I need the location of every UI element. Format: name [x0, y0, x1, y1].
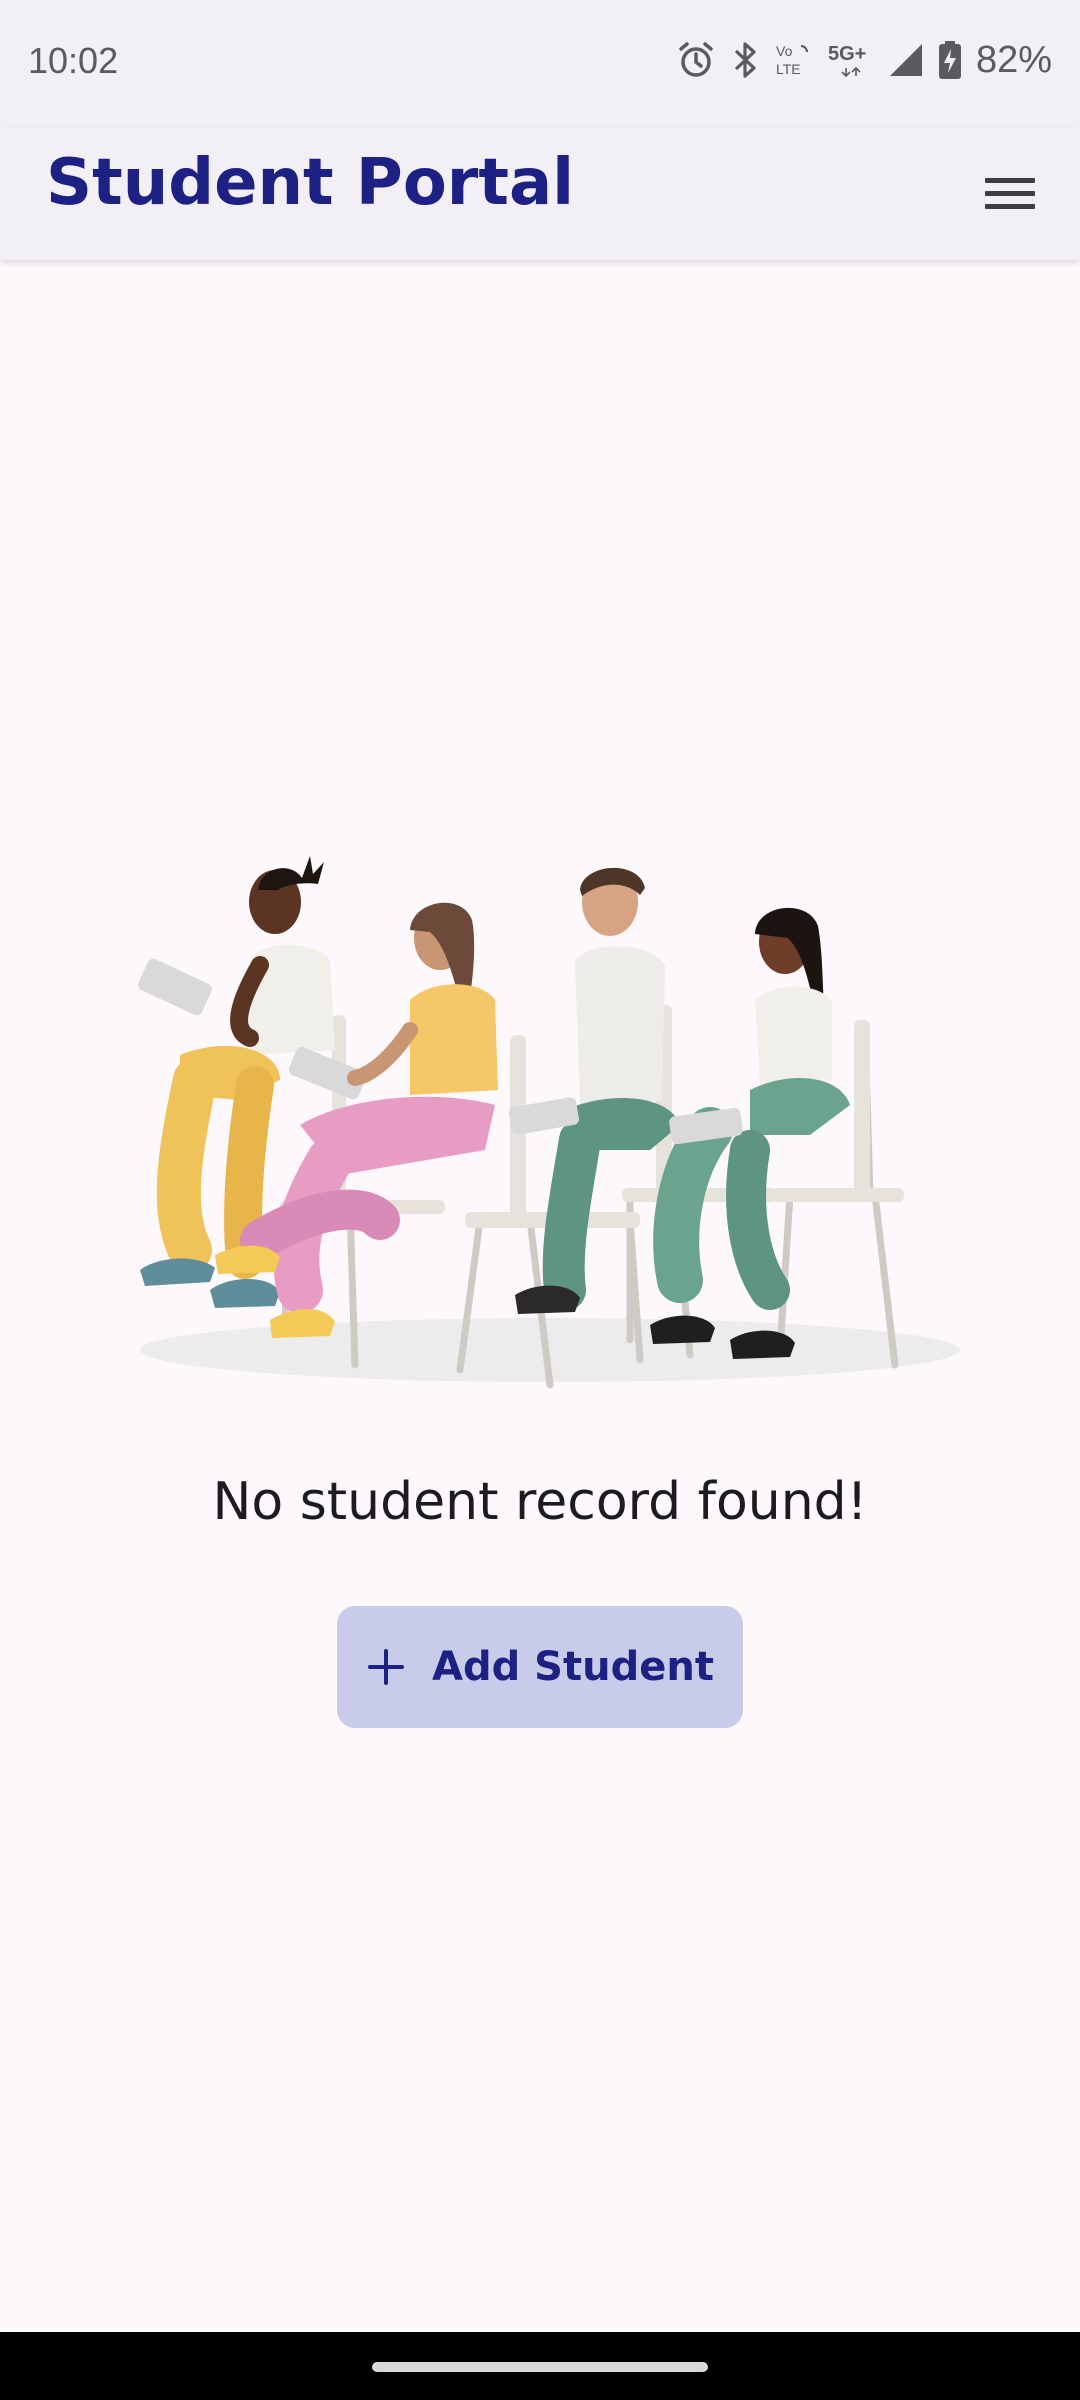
plus-icon: [368, 1649, 405, 1685]
svg-text:Vo: Vo: [776, 43, 793, 59]
svg-text:LTE: LTE: [776, 61, 801, 77]
app-bar: Student Portal: [0, 128, 1080, 260]
battery-charging-icon: [938, 40, 962, 80]
5g-plus-icon: 5G+: [828, 40, 874, 80]
students-illustration: [110, 850, 970, 1410]
hamburger-menu-icon: [985, 178, 1035, 209]
app-title: Student Portal: [46, 146, 575, 220]
volte-icon: Vo LTE: [774, 40, 814, 80]
menu-button[interactable]: [974, 158, 1046, 230]
signal-icon: [888, 40, 924, 80]
status-icons: Vo LTE 5G+ 82%: [676, 36, 1052, 84]
status-bar: 10:02 Vo LTE 5G+ 82%: [0, 0, 1080, 128]
bluetooth-icon: [730, 40, 760, 80]
add-student-button[interactable]: Add Student: [337, 1606, 743, 1728]
alarm-icon: [676, 40, 716, 80]
add-student-label: Add Student: [432, 1644, 714, 1690]
empty-state-message: No student record found!: [212, 1472, 868, 1532]
battery-percentage: 82%: [975, 38, 1052, 81]
svg-text:5G+: 5G+: [828, 43, 866, 65]
status-time: 10:02: [28, 40, 119, 81]
system-navigation-bar: [0, 2332, 1080, 2400]
home-indicator[interactable]: [372, 2362, 708, 2372]
